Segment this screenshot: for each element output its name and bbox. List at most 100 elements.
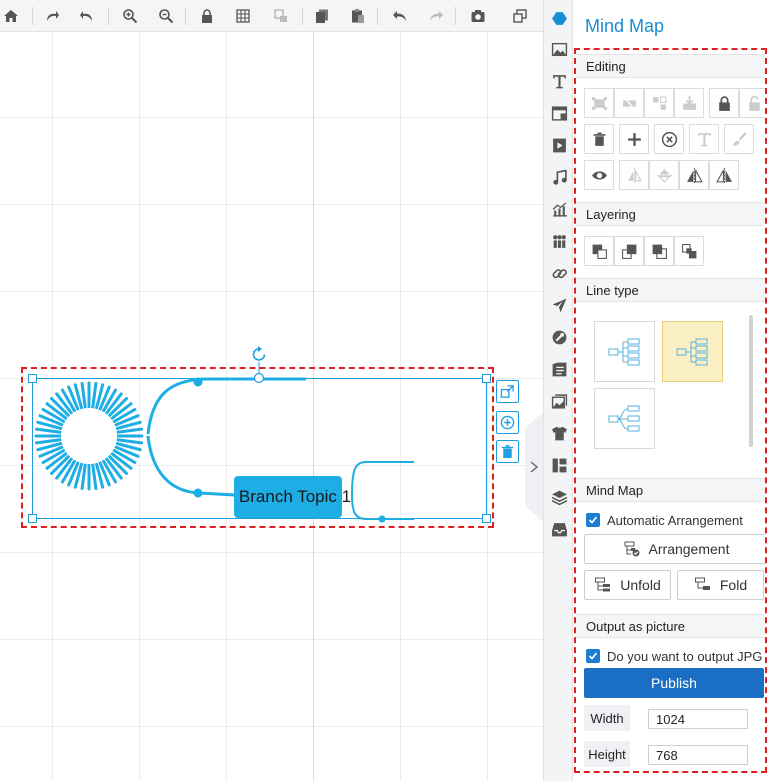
line-type-scrollbar[interactable] [749, 315, 753, 447]
lock-icon[interactable] [196, 5, 218, 27]
select-all-button[interactable] [584, 88, 614, 118]
grid-icon[interactable] [232, 5, 254, 27]
link-icon[interactable] [550, 264, 568, 282]
ungroup-button[interactable] [644, 88, 674, 118]
format-painter-button[interactable] [724, 124, 754, 154]
inbox-icon[interactable] [550, 520, 568, 538]
arrangement-icon [624, 541, 640, 557]
redo-icon[interactable] [425, 5, 447, 27]
add-button[interactable] [619, 124, 649, 154]
paste-icon[interactable] [347, 5, 369, 27]
redo-curve-icon[interactable] [41, 5, 63, 27]
video-icon[interactable] [550, 136, 568, 154]
height-input[interactable] [648, 745, 748, 765]
bring-forward-icon [621, 244, 636, 259]
text-style-button[interactable] [689, 124, 719, 154]
delete-topic-button[interactable] [496, 440, 519, 463]
visibility-button[interactable] [584, 160, 614, 190]
zoom-in-icon[interactable] [119, 5, 141, 27]
line-type-option-3[interactable] [594, 388, 655, 449]
people-icon[interactable] [550, 232, 568, 250]
branch-topic-node[interactable]: Branch Topic 1 [234, 476, 351, 518]
output-jpg-checkbox[interactable] [586, 649, 600, 663]
chevron-right-icon [530, 461, 539, 473]
format-icon[interactable] [270, 5, 292, 27]
burst-spoke [80, 381, 87, 409]
music-icon[interactable] [550, 168, 568, 186]
notes-icon[interactable] [550, 360, 568, 378]
line-type-option-1[interactable] [594, 321, 655, 382]
section-output-heading: Output as picture [586, 619, 685, 634]
text-icon[interactable] [550, 72, 568, 90]
undo-icon[interactable] [389, 5, 411, 27]
copy-icon[interactable] [311, 5, 333, 27]
import-icon [682, 95, 696, 110]
central-topic-burst [34, 381, 144, 491]
gallery-icon[interactable] [550, 392, 568, 410]
line-type-option-2[interactable] [662, 321, 723, 382]
resize-handle-bottom-left[interactable] [28, 514, 37, 523]
home-icon[interactable] [0, 5, 22, 27]
panel-highlight-frame: Editing Layering Line type Mind Map Auto… [574, 48, 767, 773]
width-input[interactable] [648, 709, 748, 729]
undo-curve-icon[interactable] [76, 5, 98, 27]
select-icon [591, 96, 607, 110]
arrangement-button[interactable]: Arrangement [584, 534, 765, 564]
drawing-canvas[interactable]: Branch Topic 1 [0, 32, 543, 781]
flip-vertical-button[interactable] [649, 160, 679, 190]
add-topic-button[interactable] [496, 411, 519, 434]
output-jpg-row[interactable]: Do you want to output JPG p [586, 648, 765, 664]
table-icon[interactable] [550, 456, 568, 474]
chart-icon[interactable] [550, 200, 568, 218]
plane-icon[interactable] [550, 296, 568, 314]
resize-handle-top-left[interactable] [28, 374, 37, 383]
resize-handle-top-right[interactable] [482, 374, 491, 383]
replace-shape-button[interactable] [496, 380, 519, 403]
layout-icon[interactable] [550, 104, 568, 122]
mirror-left-button[interactable] [679, 160, 709, 190]
auto-arrangement-label: Automatic Arrangement [607, 512, 743, 528]
resize-icon[interactable] [509, 5, 531, 27]
group-button[interactable] [614, 88, 644, 118]
branch-connector-bottom [146, 435, 235, 497]
layers-icon[interactable] [550, 488, 568, 506]
wrench-icon[interactable] [550, 328, 568, 346]
unlock-button[interactable] [739, 88, 765, 118]
burst-spoke [116, 438, 144, 445]
auto-arrangement-row[interactable]: Automatic Arrangement [586, 512, 743, 528]
camera-icon[interactable] [467, 5, 489, 27]
send-backward-button[interactable] [644, 236, 674, 266]
check-icon [588, 652, 598, 660]
arrangement-button-label: Arrangement [648, 541, 730, 557]
flip-horizontal-button[interactable] [619, 160, 649, 190]
mindmap-icon[interactable] [550, 9, 568, 27]
publish-button[interactable]: Publish [584, 668, 764, 698]
section-layering-heading: Layering [586, 207, 636, 222]
tree-layout-icon [676, 338, 707, 365]
app-window: Branch Topic 1 Mind Map Editing Layering… [0, 0, 770, 781]
mirror-right-button[interactable] [709, 160, 739, 190]
mirror-right-icon [715, 167, 732, 183]
section-editing: Editing [576, 54, 765, 78]
zoom-out-icon[interactable] [155, 5, 177, 27]
flip-horizontal-icon [627, 167, 642, 183]
clear-button[interactable] [654, 124, 684, 154]
section-editing-heading: Editing [586, 59, 626, 74]
delete-button[interactable] [584, 124, 614, 154]
image-icon[interactable] [550, 40, 568, 58]
resize-handle-bottom-right[interactable] [482, 514, 491, 523]
clear-icon [661, 131, 677, 147]
section-line-type-heading: Line type [586, 283, 639, 298]
fold-button[interactable]: Fold [677, 570, 764, 600]
shirt-icon[interactable] [550, 424, 568, 442]
auto-arrangement-checkbox[interactable] [586, 513, 600, 527]
unfold-button[interactable]: Unfold [584, 570, 671, 600]
lock-button[interactable] [709, 88, 739, 118]
import-button[interactable] [674, 88, 704, 118]
branch-topic-label: Branch Topic 1 [238, 487, 352, 506]
bring-to-front-button[interactable] [584, 236, 614, 266]
panel-collapse-tab[interactable] [525, 412, 543, 522]
send-to-back-button[interactable] [674, 236, 704, 266]
properties-panel: Mind Map Editing Layering Line type Mind… [573, 0, 770, 781]
bring-forward-button[interactable] [614, 236, 644, 266]
